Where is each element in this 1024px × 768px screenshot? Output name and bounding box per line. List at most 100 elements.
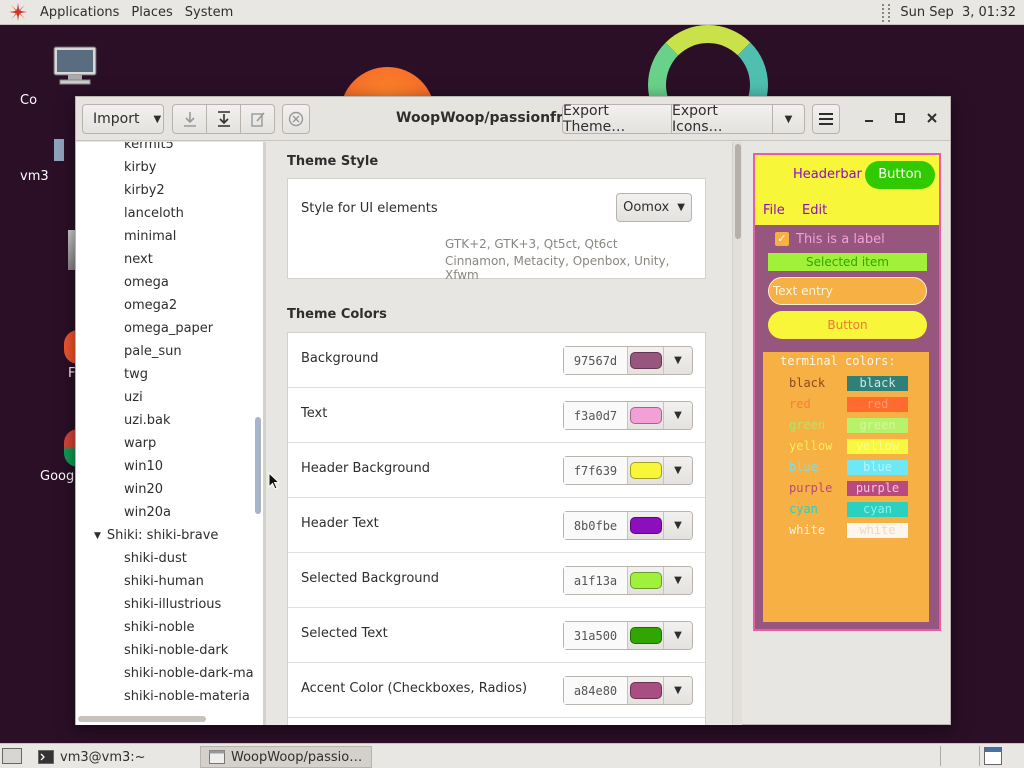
color-picker[interactable]: a1f13a ▼ [563, 566, 693, 595]
color-row-selected-text: Selected Text 31a500 ▼ [288, 608, 705, 663]
import-label: Import [93, 111, 140, 127]
color-button[interactable] [628, 512, 664, 539]
color-button[interactable] [628, 567, 664, 594]
preview-menu-file: File [763, 203, 785, 218]
color-picker[interactable]: a84e80 ▼ [563, 676, 693, 705]
show-desktop-button[interactable] [2, 748, 22, 764]
hex-entry[interactable]: 8b0fbe [564, 512, 628, 539]
color-dropdown[interactable]: ▼ [664, 677, 692, 704]
maximize-button[interactable] [890, 108, 910, 128]
hex-entry[interactable]: a84e80 [564, 677, 628, 704]
color-picker[interactable]: 31a500 ▼ [563, 621, 693, 650]
terminal-color-name: purple [789, 481, 833, 495]
hex-entry[interactable]: a1f13a [564, 567, 628, 594]
list-item[interactable]: uzi.bak [124, 413, 171, 428]
color-dropdown[interactable]: ▼ [664, 402, 692, 429]
export-menu-button[interactable]: ▼ [772, 104, 805, 134]
list-item[interactable]: omega2 [124, 298, 177, 313]
list-item[interactable]: shiki-noble-dark [124, 643, 228, 658]
list-item[interactable]: minimal [124, 229, 176, 244]
workspace-switcher[interactable] [940, 746, 980, 766]
list-item[interactable]: win20a [124, 505, 171, 520]
color-dropdown[interactable]: ▼ [664, 512, 692, 539]
hex-entry[interactable]: f3a0d7 [564, 402, 628, 429]
export-theme-button[interactable]: Export Theme… [562, 103, 672, 135]
taskbar-oomox[interactable]: WoopWoop/passio… [200, 746, 372, 768]
list-item[interactable]: kermit5 [124, 142, 174, 152]
list-item[interactable]: warp [124, 436, 156, 451]
terminal-color-name: white [789, 523, 826, 537]
minimize-icon [865, 120, 873, 122]
list-item[interactable]: omega_paper [124, 321, 213, 336]
list-item[interactable]: kirby2 [124, 183, 165, 198]
color-label: Text [301, 406, 328, 421]
list-item[interactable]: shiki-noble [124, 620, 195, 635]
color-button[interactable] [628, 347, 664, 374]
export-theme-label: Export Theme… [563, 103, 626, 135]
color-button[interactable] [628, 622, 664, 649]
list-item[interactable]: next [124, 252, 153, 267]
color-button[interactable] [628, 457, 664, 484]
preview-button: Button [768, 311, 927, 339]
workspace-indicator[interactable] [984, 747, 1002, 765]
terminal-row-green: green green [763, 416, 929, 437]
color-picker[interactable]: f7f639 ▼ [563, 456, 693, 485]
desktop-icon-chrome[interactable]: Goog [40, 429, 80, 484]
list-item[interactable]: twg [124, 367, 148, 382]
close-button[interactable] [922, 108, 942, 128]
sidebar-vertical-scrollbar[interactable] [255, 417, 261, 514]
dropdown-arrow-icon: ▼ [674, 520, 682, 531]
import-button[interactable]: Import ▼ [82, 104, 164, 134]
remove-button[interactable] [282, 104, 310, 134]
color-row-background: Background 97567d ▼ [288, 333, 705, 388]
settings-vertical-scrollbar[interactable] [732, 142, 742, 725]
rename-button[interactable] [240, 104, 275, 134]
list-item[interactable]: uzi [124, 390, 143, 405]
list-item[interactable]: win20 [124, 482, 163, 497]
expander-icon[interactable]: ▼ [94, 531, 101, 541]
list-item[interactable]: omega [124, 275, 169, 290]
color-dropdown[interactable]: ▼ [664, 622, 692, 649]
scrollbar-thumb[interactable] [735, 144, 741, 239]
color-dropdown[interactable]: ▼ [664, 457, 692, 484]
color-picker[interactable]: f3a0d7 ▼ [563, 401, 693, 430]
list-item[interactable]: kirby [124, 160, 156, 175]
hex-entry[interactable]: 97567d [564, 347, 628, 374]
taskbar-terminal[interactable]: vm3@vm3:~ [30, 746, 154, 768]
list-item[interactable]: shiki-illustrious [124, 597, 221, 612]
app-menu-button[interactable] [812, 104, 840, 134]
menu-places[interactable]: Places [125, 0, 178, 25]
theme-colors-title: Theme Colors [287, 307, 387, 322]
menu-applications[interactable]: Applications [34, 0, 125, 25]
list-item[interactable]: shiki-human [124, 574, 204, 589]
terminal-title: terminal colors: [780, 354, 896, 368]
hex-entry[interactable]: f7f639 [564, 457, 628, 484]
sidebar-horizontal-scrollbar[interactable] [78, 716, 206, 722]
preview-headerbar: Headerbar Button File Edit [755, 155, 939, 225]
style-select[interactable]: Oomox ▼ [616, 193, 692, 222]
list-item[interactable]: win10 [124, 459, 163, 474]
color-dropdown[interactable]: ▼ [664, 567, 692, 594]
color-picker[interactable]: 8b0fbe ▼ [563, 511, 693, 540]
save-button[interactable] [172, 104, 207, 134]
color-dropdown[interactable]: ▼ [664, 347, 692, 374]
menu-system[interactable]: System [179, 0, 239, 25]
color-picker[interactable]: 97567d ▼ [563, 346, 693, 375]
color-button[interactable] [628, 402, 664, 429]
list-item[interactable]: shiki-noble-dark-ma [124, 666, 254, 681]
save-as-button[interactable] [206, 104, 241, 134]
list-item[interactable]: lanceloth [124, 206, 184, 221]
theme-list[interactable]: kermit5 kirby kirby2 lanceloth minimal n… [76, 142, 264, 725]
list-item[interactable]: shiki-dust [124, 551, 187, 566]
export-icons-button[interactable]: Export Icons… [671, 103, 773, 135]
list-item[interactable]: pale_sun [124, 344, 182, 359]
list-item[interactable]: shiki-noble-materia [124, 689, 250, 704]
terminal-color-name: red [789, 397, 811, 411]
gnome-foot-icon[interactable] [8, 2, 28, 22]
clock[interactable]: Sun Sep 3, 01:32 [900, 5, 1016, 20]
list-group-shiki[interactable]: ▼ Shiki: shiki-brave [94, 528, 218, 543]
hex-entry[interactable]: 31a500 [564, 622, 628, 649]
color-button[interactable] [628, 677, 664, 704]
terminal-color-name: cyan [789, 502, 818, 516]
minimize-button[interactable] [859, 108, 879, 128]
